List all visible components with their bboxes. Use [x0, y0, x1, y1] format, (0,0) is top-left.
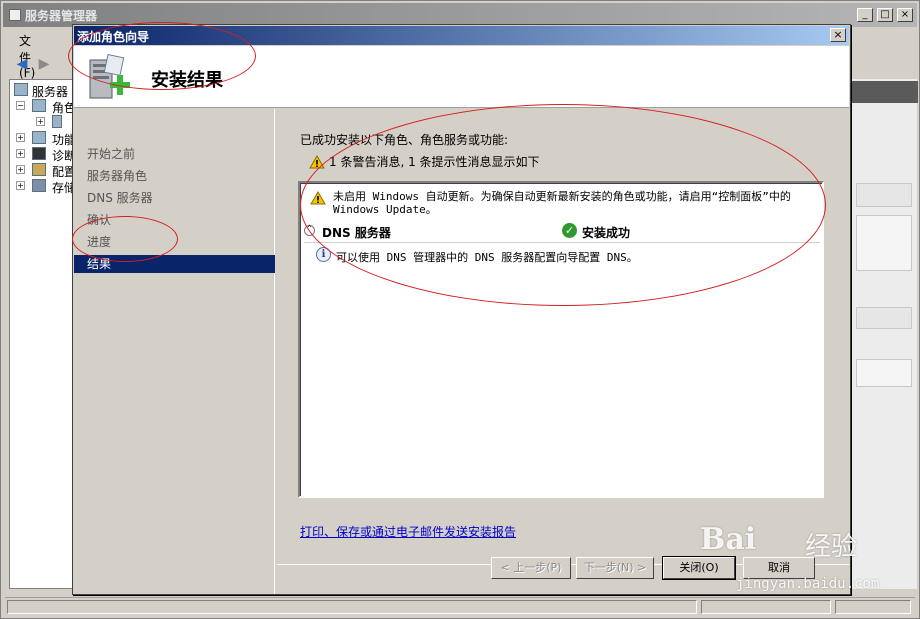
main-close-button[interactable]: × [897, 8, 913, 22]
nav-step-confirmation[interactable]: 确认 [74, 211, 275, 229]
close-icon: × [833, 28, 843, 41]
role-name: DNS 服务器 [322, 226, 391, 240]
main-window-title: 服务器管理器 [25, 9, 98, 23]
install-report-link[interactable]: 打印、保存或通过电子邮件发送安装报告 [300, 523, 516, 540]
navigation-tree: 服务器 − 角色 + + 功能 + 诊断 + 配置 + 存储 [9, 79, 76, 589]
expand-toggle[interactable]: + [16, 149, 25, 158]
nav-step-progress[interactable]: 进度 [74, 233, 275, 251]
role-install-status: 安装成功 [582, 226, 631, 240]
details-section-header [856, 183, 912, 207]
configuration-icon [32, 163, 46, 176]
divider [304, 242, 820, 243]
server-manager-icon [9, 9, 21, 21]
nav-step-server-roles[interactable]: 服务器角色 [74, 167, 275, 185]
roles-icon [32, 99, 46, 112]
wizard-close-button[interactable]: × [830, 28, 846, 42]
server-icon [14, 83, 28, 96]
tree-item-label: 服务器 [32, 85, 69, 99]
watermark-suffix: 经验 [805, 532, 858, 562]
dns-icon [52, 115, 62, 128]
details-panel [851, 79, 918, 589]
baidu-watermark: Bai 经验 jingyan.baidu.com [700, 520, 910, 605]
nav-step-dns-server[interactable]: DNS 服务器 [74, 189, 275, 207]
details-section-box [856, 359, 912, 387]
success-check-icon: ✓ [562, 223, 577, 238]
info-icon: i [316, 247, 331, 262]
baidu-logo: Bai [700, 522, 757, 557]
expand-toggle[interactable]: + [16, 181, 25, 190]
storage-icon [32, 179, 46, 192]
windows-update-warning: 未启用 Windows 自动更新。为确保自动更新最新安装的角色或功能，请启用“控… [333, 190, 791, 216]
add-role-server-icon [89, 54, 130, 99]
dns-info-message: 可以使用 DNS 管理器中的 DNS 服务器配置向导配置 DNS。 [336, 251, 638, 264]
forward-arrow-icon[interactable]: ▶ [35, 55, 53, 73]
results-list[interactable]: 未启用 Windows 自动更新。为确保自动更新最新安装的角色或功能，请启用“控… [298, 181, 824, 498]
expand-toggle[interactable]: + [16, 133, 25, 142]
toolbar: ◀ ▶ [9, 53, 79, 75]
page-title: 安装结果 [151, 70, 223, 91]
details-section-header [856, 307, 912, 329]
nav-step-results[interactable]: 结果 [74, 255, 275, 273]
results-heading: 已成功安装以下角色、角色服务或功能: [300, 133, 509, 147]
details-header-bar [852, 81, 918, 103]
previous-button[interactable]: < 上一步(P) [491, 557, 571, 579]
next-button[interactable]: 下一步(N) > [576, 557, 654, 579]
features-icon [32, 131, 46, 144]
message-summary: 1 条警告消息, 1 条提示性消息显示如下 [329, 155, 540, 169]
collapse-icon[interactable]: ˄ [304, 225, 315, 236]
watermark-url: jingyan.baidu.com [736, 576, 880, 592]
maximize-button[interactable]: □ [877, 8, 893, 22]
wizard-header: 安装结果 [74, 46, 849, 108]
minimize-button[interactable]: _ [857, 8, 873, 22]
nav-step-before-you-begin[interactable]: 开始之前 [74, 145, 275, 163]
diagnostics-icon [32, 147, 46, 160]
warning-icon [310, 191, 326, 205]
back-arrow-icon[interactable]: ◀ [13, 55, 31, 73]
warning-icon [309, 155, 325, 169]
wizard-titlebar[interactable]: 添加角色向导 × [74, 26, 849, 45]
status-cell [7, 600, 697, 614]
wizard-steps-nav: 开始之前 服务器角色 DNS 服务器 确认 进度 结果 [74, 109, 275, 594]
expand-toggle[interactable]: + [36, 117, 45, 126]
role-result-row: ˄ DNS 服务器 ✓ 安装成功 [304, 223, 820, 241]
details-section-box [856, 215, 912, 271]
add-roles-wizard-dialog: 添加角色向导 × 安装结果 开始之前 服务器角色 DNS 服务器 确认 进度 结… [72, 24, 851, 595]
wizard-title: 添加角色向导 [77, 30, 150, 44]
expand-toggle[interactable]: + [16, 165, 25, 174]
collapse-toggle[interactable]: − [16, 101, 25, 110]
